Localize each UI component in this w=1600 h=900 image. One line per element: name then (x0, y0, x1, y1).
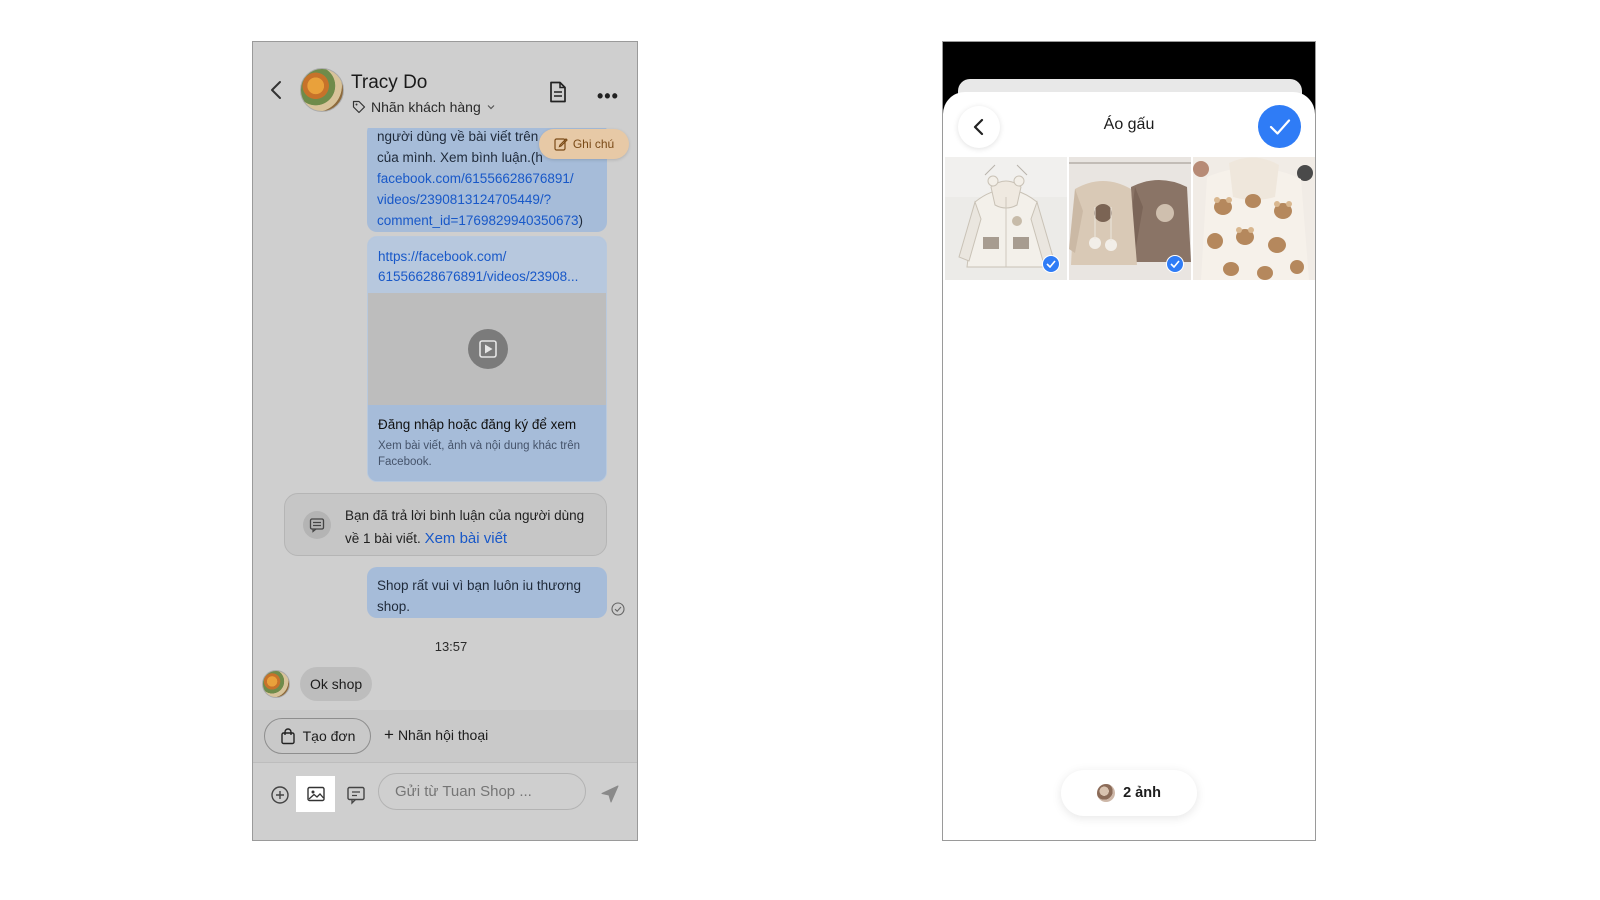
selected-check-icon (1042, 255, 1060, 273)
view-post-link[interactable]: Xem bài viết (425, 530, 508, 547)
quick-action-bar: Tạo đơn + Nhãn hội thoại (253, 710, 637, 762)
selected-check-icon (1166, 255, 1184, 273)
plus-icon: + (384, 725, 394, 744)
link-url-line: https://facebook.com/ (378, 249, 507, 264)
document-icon[interactable] (549, 81, 567, 103)
timestamp-text: 13:57 (434, 639, 468, 654)
message-link[interactable]: videos/2390813124705449/? (377, 189, 597, 210)
customer-label-selector[interactable]: Nhãn khách hàng (352, 99, 496, 115)
contact-avatar-small[interactable] (262, 670, 290, 698)
link-preview-url[interactable]: https://facebook.com/ 61556628676891/vid… (368, 237, 606, 293)
confirm-selection-button[interactable] (1258, 105, 1301, 148)
note-button[interactable]: Ghi chú (539, 129, 629, 159)
message-link[interactable]: facebook.com/61556628676891/ (377, 168, 597, 189)
message-input[interactable] (378, 773, 586, 810)
selected-count-text: 2 ảnh (1123, 785, 1161, 801)
sent-check-icon (611, 602, 625, 616)
system-notice-text: Bạn đã trả lời bình luận của người dùng … (345, 504, 595, 550)
photo-thumbnail[interactable] (1069, 157, 1191, 280)
link-preview-meta: Đăng nhập hoặc đăng ký để xem Xem bài vi… (368, 405, 606, 481)
add-circle-icon[interactable] (270, 785, 290, 805)
outgoing-message-bubble: Shop rất vui vì bạn luôn iu thương shop. (367, 567, 607, 618)
quick-reply-icon[interactable] (346, 785, 366, 805)
message-text: Shop rất vui vì bạn luôn iu thương shop. (377, 578, 582, 614)
customer-label-text: Nhãn khách hàng (371, 99, 481, 115)
image-picker-button[interactable] (296, 776, 335, 812)
link-preview-description: Xem bài viết, ảnh và nội dung khác trên … (378, 440, 581, 468)
selected-count-pill[interactable]: 2 ảnh (1061, 770, 1197, 816)
chat-screen: Tracy Do Nhãn khách hàng ••• Ghi chú ngư… (252, 41, 638, 841)
image-icon (306, 786, 325, 802)
system-notice: Bạn đã trả lời bình luận của người dùng … (284, 493, 607, 556)
chevron-down-icon (487, 105, 495, 110)
photo-thumbnail[interactable] (945, 157, 1067, 280)
conversation-label-text: Nhãn hội thoại (397, 727, 489, 743)
create-order-button[interactable]: Tạo đơn (264, 718, 371, 754)
contact-avatar[interactable] (300, 68, 344, 112)
link-preview-card[interactable]: https://facebook.com/ 61556628676891/vid… (367, 236, 607, 482)
create-order-label: Tạo đơn (302, 728, 356, 744)
image-picker-screen: Áo gấu 2 ảnh (942, 41, 1316, 841)
chat-header: Tracy Do Nhãn khách hàng ••• (253, 42, 637, 128)
back-arrow-icon[interactable] (267, 78, 287, 102)
message-text: Ok shop (310, 676, 363, 692)
message-timestamp: 13:57 (253, 639, 637, 654)
add-conversation-label-button[interactable]: + Nhãn hội thoại (384, 725, 489, 744)
incoming-message-bubble: Ok shop (300, 667, 373, 701)
shopping-bag-icon (280, 727, 295, 744)
note-button-label: Ghi chú (572, 137, 615, 151)
edit-icon (554, 138, 568, 151)
comment-icon (303, 511, 331, 539)
message-text: ) (578, 213, 584, 228)
photo-thumbnail[interactable] (1193, 157, 1315, 280)
video-thumbnail[interactable] (368, 293, 606, 405)
selected-thumbnail-stack (1097, 784, 1116, 802)
more-options-icon[interactable]: ••• (597, 86, 619, 107)
check-icon (1269, 118, 1290, 135)
message-link[interactable]: comment_id=1769829940350673 (377, 213, 579, 228)
photo-grid (943, 157, 1315, 280)
link-url-line: 61556628676891/videos/23908... (378, 269, 579, 284)
play-icon[interactable] (468, 329, 508, 369)
link-preview-title: Đăng nhập hoặc đăng ký để xem (378, 417, 577, 432)
tag-icon (352, 100, 366, 114)
send-icon[interactable] (600, 784, 620, 804)
contact-name: Tracy Do (351, 72, 428, 93)
message-input-bar (253, 762, 637, 840)
